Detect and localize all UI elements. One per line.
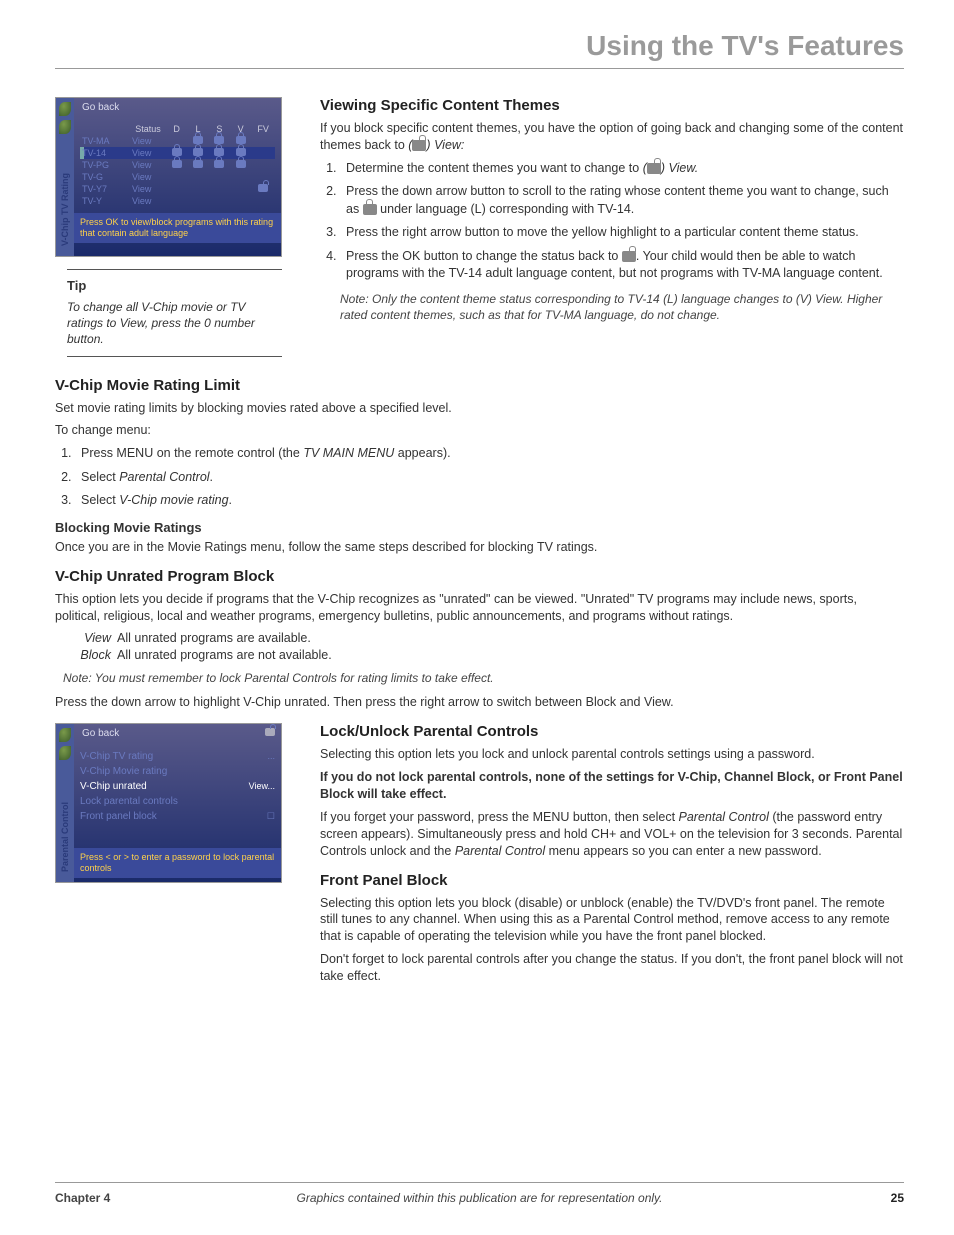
leaf-icon [59,728,71,742]
list-item: Press the down arrow button to scroll to… [340,183,904,218]
go-back-label: Go back [80,102,275,113]
list-item: Determine the content themes you want to… [340,160,904,178]
footer-page-number: 25 [891,1191,904,1205]
heading-content-themes: Viewing Specific Content Themes [320,97,904,114]
page-title: Using the TV's Features [55,30,904,69]
paragraph: To change menu: [55,422,904,439]
paragraph: Press the down arrow to highlight V-Chip… [55,694,904,711]
unlock-icon [622,251,636,262]
paragraph: This option lets you decide if programs … [55,591,904,625]
screenshot-parental-control: Parental Control Go back V-Chip TV ratin… [55,723,282,883]
leaf-icon [59,102,71,116]
screenshot-vchip-tv-rating: V-Chip TV Rating Go back StatusDLSVFVTV-… [55,97,282,257]
list-item: Press the right arrow button to move the… [340,224,904,242]
paragraph: Don't forget to lock parental controls a… [320,951,904,985]
definition-list: ViewAll unrated programs are available. … [75,630,904,664]
unlock-icon [647,163,661,174]
hint-bar: Press < or > to enter a password to lock… [74,848,281,878]
leaf-icon [59,746,71,760]
leaf-icon [59,120,71,134]
paragraph-bold: If you do not lock parental controls, no… [320,769,904,803]
unlock-icon [412,140,426,151]
subheading-blocking-movie: Blocking Movie Ratings [55,520,904,535]
paragraph: Once you are in the Movie Ratings menu, … [55,539,904,556]
paragraph: Selecting this option lets you lock and … [320,746,904,763]
note: Note: You must remember to lock Parental… [63,670,904,686]
def-term: Block [75,647,117,664]
tip-body: To change all V-Chip movie or TV ratings… [67,299,282,348]
heading-movie-rating: V-Chip Movie Rating Limit [55,377,904,394]
tip-box: Tip To change all V-Chip movie or TV rat… [67,269,282,357]
steps-list: Press MENU on the remote control (the TV… [75,445,904,510]
paragraph: Selecting this option lets you block (di… [320,895,904,946]
paragraph: Set movie rating limits by blocking movi… [55,400,904,417]
note: Note: Only the content theme status corr… [340,291,904,323]
lock-icon [363,204,377,215]
paragraph: If you forget your password, press the M… [320,809,904,860]
tip-heading: Tip [67,278,282,293]
go-back-label: Go back [80,728,119,739]
hint-bar: Press OK to view/block programs with thi… [74,213,281,243]
def-desc: All unrated programs are not available. [117,647,332,664]
heading-unrated: V-Chip Unrated Program Block [55,568,904,585]
heading-front-panel: Front Panel Block [320,872,904,889]
sidebar-label: Parental Control [60,802,70,872]
def-term: View [75,630,117,647]
menu-list: V-Chip TV rating...V-Chip Movie ratingV-… [80,749,275,824]
rating-table: StatusDLSVFVTV-MAViewTV-14ViewTV-PGViewT… [80,123,275,207]
list-item: Select V-Chip movie rating. [75,492,904,510]
list-item: Press the OK button to change the status… [340,248,904,283]
list-item: Press MENU on the remote control (the TV… [75,445,904,463]
list-item: Select Parental Control. [75,469,904,487]
def-desc: All unrated programs are available. [117,630,311,647]
page-footer: Chapter 4 Graphics contained within this… [55,1182,904,1205]
unlock-icon [265,728,275,736]
sidebar-label: V-Chip TV Rating [60,173,70,246]
footer-caption: Graphics contained within this publicati… [55,1191,904,1205]
heading-lock-unlock: Lock/Unlock Parental Controls [320,723,904,740]
paragraph: If you block specific content themes, yo… [320,120,904,154]
steps-list: Determine the content themes you want to… [340,160,904,283]
